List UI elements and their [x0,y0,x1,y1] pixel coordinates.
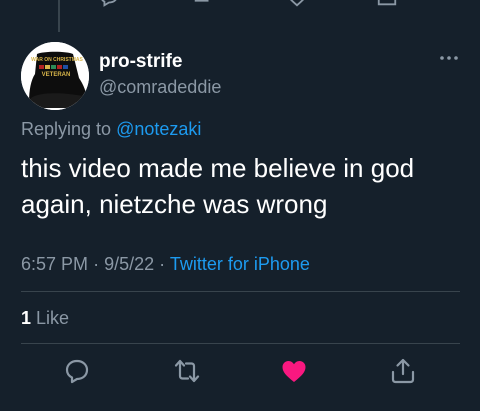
replying-to-mention[interactable]: @notezaki [116,119,201,139]
divider-top [21,291,460,292]
veteran-cap-image: WAR ON CHRISTMAS VETERAN [21,42,89,110]
replying-to-label: Replying to [21,119,112,139]
retweet-button[interactable] [173,357,201,385]
tweet-metadata: 6:57 PM · 9/5/22 · Twitter for iPhone [21,254,310,275]
cap-text-bottom: VETERAN [42,72,71,78]
reply-button[interactable] [63,357,91,385]
tweet-time[interactable]: 6:57 PM [21,254,88,274]
cap-text-top: WAR ON CHRISTMAS [31,57,83,63]
meta-separator: · [159,254,166,274]
likes-label: Like [36,308,70,328]
display-name[interactable]: pro-strife [99,51,182,73]
previous-retweet-icon[interactable] [192,0,214,8]
tweet-date[interactable]: 9/5/22 [104,254,154,274]
previous-share-icon[interactable] [376,0,398,8]
user-handle[interactable]: @comradeddie [99,77,221,98]
likes-number: 1 [21,308,32,328]
heart-icon [282,361,306,382]
likes-count[interactable]: 1 Like [21,308,69,329]
retweet-icon [174,359,200,383]
tweet-source[interactable]: Twitter for iPhone [170,254,310,274]
avatar[interactable]: WAR ON CHRISTMAS VETERAN [21,42,89,110]
like-button[interactable] [280,357,308,385]
share-button[interactable] [389,357,417,385]
replying-to-line: Replying to @notezaki [21,119,201,140]
speech-bubble-icon [65,359,89,384]
previous-tweet-actions: 2 8 [0,0,480,8]
previous-reply-icon[interactable] [98,0,120,8]
tweet-text: this video made me believe in god again,… [21,153,415,219]
meta-separator: · [93,254,100,274]
more-dots-icon[interactable] [438,52,460,64]
previous-like-icon[interactable] [286,0,308,8]
share-icon [391,358,415,384]
divider-bottom [21,343,460,344]
